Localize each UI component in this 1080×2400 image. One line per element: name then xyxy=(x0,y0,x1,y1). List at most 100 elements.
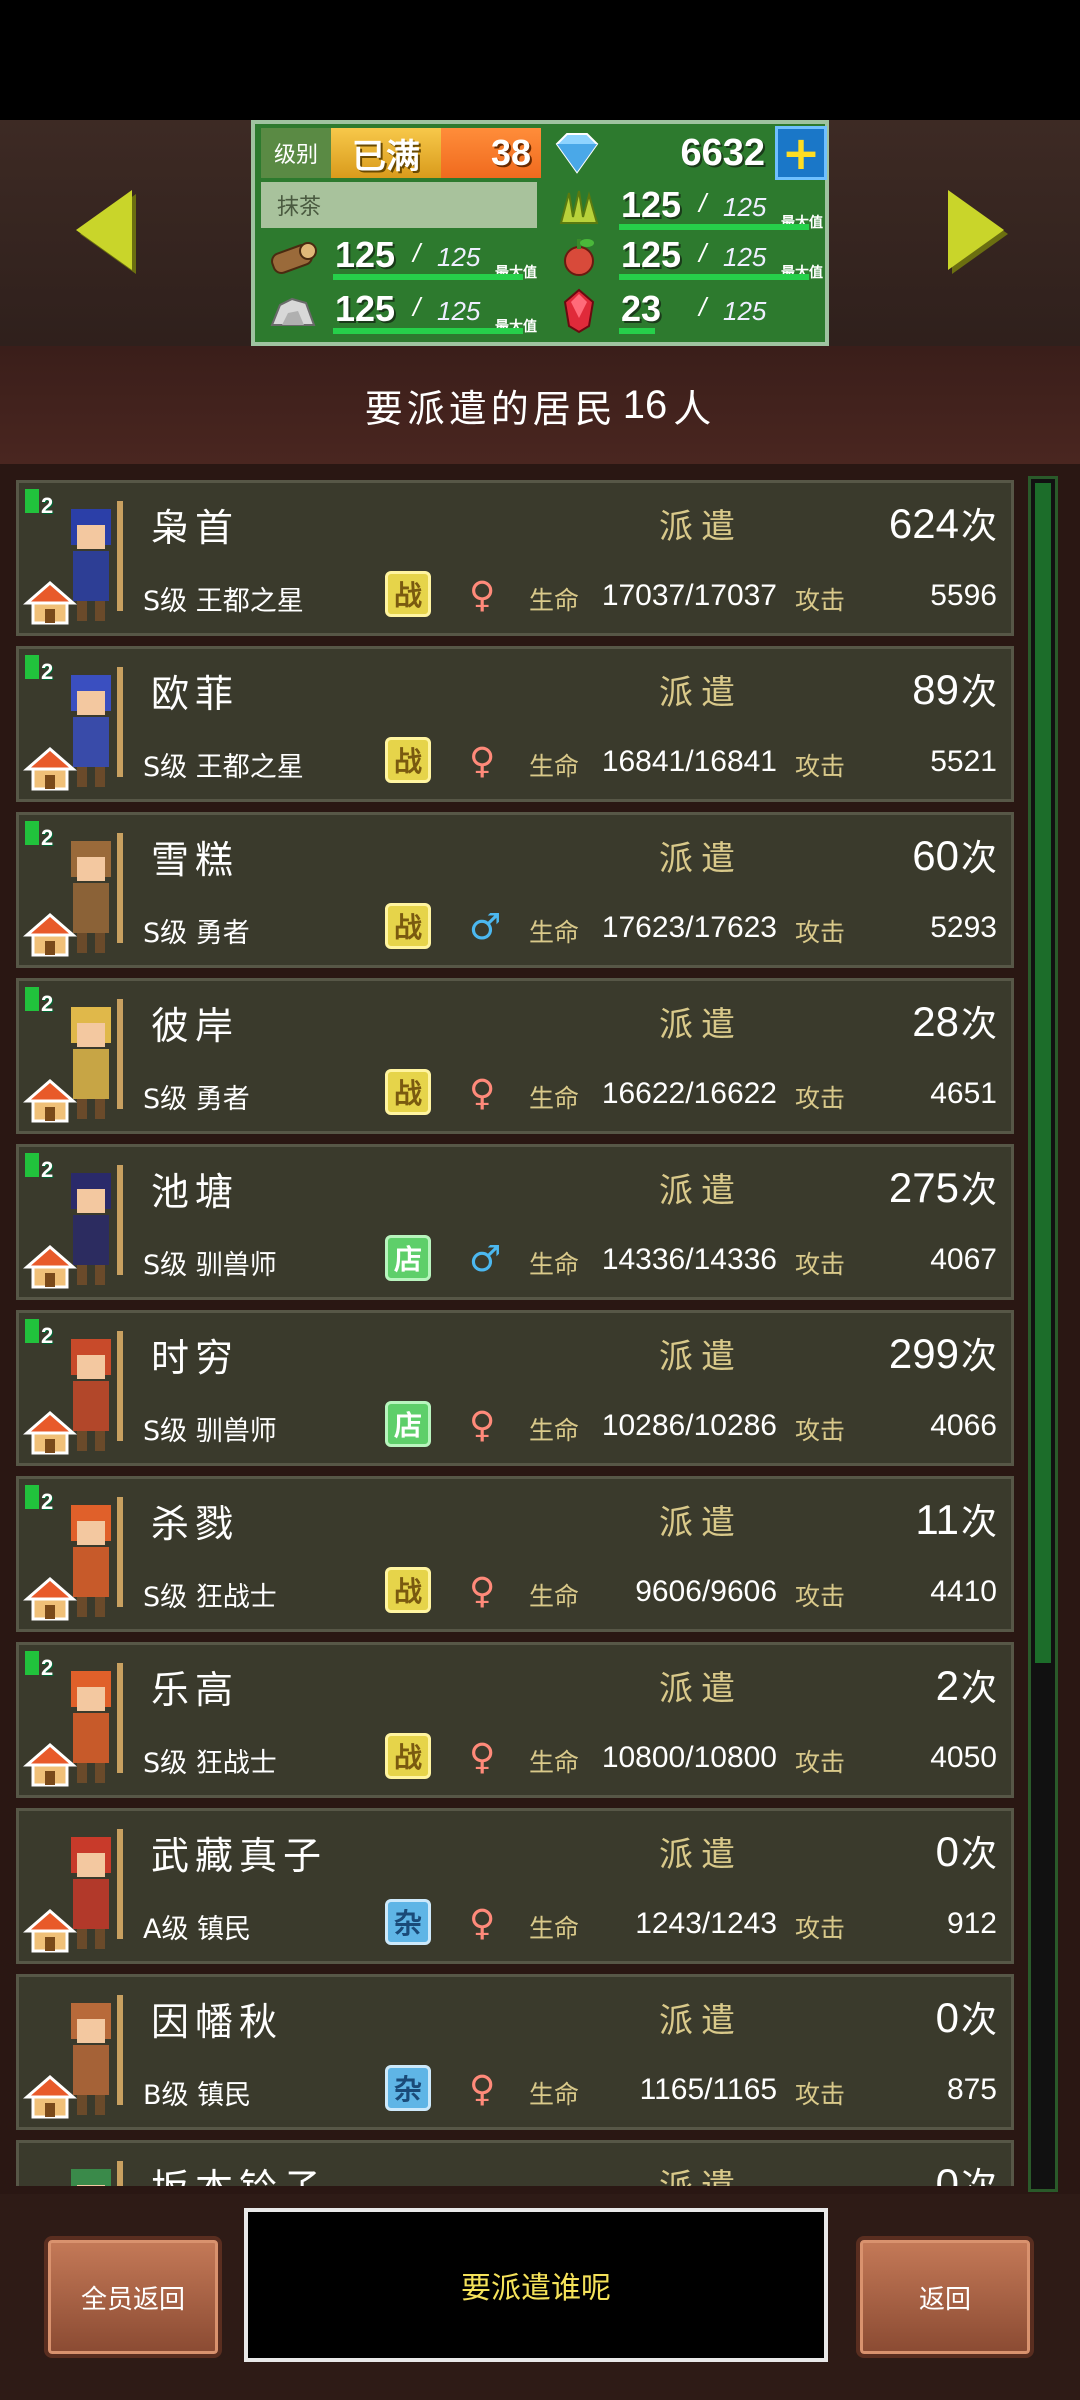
male-gender-icon: ♂ xyxy=(469,907,502,948)
dispatch-count-value: 0 xyxy=(935,2160,959,2186)
resident-name: 时穷 xyxy=(151,1336,240,1380)
wood-separator: / xyxy=(413,238,421,268)
food-current: 125 xyxy=(621,234,682,275)
resident-portrait: 2 xyxy=(21,1647,141,1795)
level-label: 级别 xyxy=(261,128,331,178)
job-badge: 店 xyxy=(385,1401,431,1447)
times-unit: 次 xyxy=(960,672,997,713)
resident-list[interactable]: 2 枭首 派遣 624次 S级 王都之星 战 ♀ 生命 17037/17037 … xyxy=(16,470,1016,2186)
scroll-thumb[interactable] xyxy=(1035,483,1051,1663)
hp-value: 16622/16622 xyxy=(601,1077,777,1110)
grass-resource: 125 / 125 最大值 xyxy=(547,182,827,232)
resident-row[interactable]: 2 彼岸 派遣 28次 S级 勇者 战 ♀ 生命 16622/16622 攻击 … xyxy=(16,978,1014,1134)
atk-value: 4651 xyxy=(930,1077,997,1110)
resident-name: 坂本铃子 xyxy=(151,2157,327,2186)
times-unit: 次 xyxy=(960,506,997,547)
resident-name: 池塘 xyxy=(151,1170,240,1214)
atk-value: 5293 xyxy=(930,911,997,944)
dispatch-label: 派遣 xyxy=(659,1503,743,1543)
resident-row[interactable]: 武藏真子 派遣 0次 A级 镇民 杂 ♀ 生命 1243/1243 攻击 912 xyxy=(16,1808,1014,1964)
atk-value: 4050 xyxy=(930,1741,997,1774)
dispatch-label: 派遣 xyxy=(659,673,743,713)
hp-label: 生命 xyxy=(529,1582,580,1611)
resident-count: 16 xyxy=(622,382,668,427)
back-button[interactable]: 返回 xyxy=(856,2236,1034,2358)
red-gem-resource: 23 / 125 xyxy=(547,286,827,336)
list-scrollbar[interactable] xyxy=(1028,476,1058,2192)
resident-portrait: 2 xyxy=(21,1315,141,1463)
resident-portrait xyxy=(21,1979,141,2127)
add-gems-button[interactable]: + xyxy=(775,126,827,180)
page-title: 要派遣的居民 xyxy=(364,386,617,431)
hp-value: 14336/14336 xyxy=(601,1243,777,1276)
dispatch-count-value: 11 xyxy=(915,1496,959,1543)
atk-label: 攻击 xyxy=(795,586,846,615)
resident-row[interactable]: 2 池塘 派遣 275次 S级 驯兽师 店 ♂ 生命 14336/14336 攻… xyxy=(16,1144,1014,1300)
resident-row[interactable]: 2 枭首 派遣 624次 S级 王都之星 战 ♀ 生命 17037/17037 … xyxy=(16,480,1014,636)
resident-row[interactable]: 2 时穷 派遣 299次 S级 驯兽师 店 ♀ 生命 10286/10286 攻… xyxy=(16,1310,1014,1466)
food-icon xyxy=(547,232,611,282)
rank-up-icon xyxy=(25,821,39,845)
atk-value: 4067 xyxy=(930,1243,997,1276)
female-gender-icon: ♀ xyxy=(469,1073,496,1114)
hp-label: 生命 xyxy=(529,586,580,615)
resident-row[interactable]: 坂本铃子 派遣 0次 xyxy=(16,2140,1014,2186)
house-icon xyxy=(23,913,77,957)
resource-panel: 级别 已满 38 6632 + 抹茶 125 / 125 最大值 125 / 1… xyxy=(251,120,829,346)
red-gem-icon xyxy=(547,286,611,336)
dispatch-label: 派遣 xyxy=(659,1005,743,1045)
red-gem-separator: / xyxy=(699,292,707,322)
atk-label: 攻击 xyxy=(795,1084,846,1113)
resident-grade: A级 镇民 xyxy=(143,1914,252,1945)
resident-portrait: 2 xyxy=(21,485,141,633)
house-icon xyxy=(23,1079,77,1123)
job-badge: 战 xyxy=(385,1567,431,1613)
next-arrow-icon[interactable] xyxy=(948,190,1004,270)
resident-grade: S级 驯兽师 xyxy=(143,1250,277,1281)
job-badge: 杂 xyxy=(385,1899,431,1945)
resident-portrait xyxy=(21,2145,141,2186)
food-resource: 125 / 125 最大值 xyxy=(547,232,827,282)
resident-name: 彼岸 xyxy=(151,1004,240,1048)
hp-label: 生命 xyxy=(529,1250,580,1279)
all-return-button[interactable]: 全员返回 xyxy=(44,2236,222,2358)
resident-grade: S级 王都之星 xyxy=(143,586,304,617)
resident-row[interactable]: 2 杀戮 派遣 11次 S级 狂战士 战 ♀ 生命 9606/9606 攻击 4… xyxy=(16,1476,1014,1632)
hp-label: 生命 xyxy=(529,752,580,781)
resident-name: 雪糕 xyxy=(151,838,240,882)
dispatch-count: 275次 xyxy=(889,1161,997,1213)
hp-label: 生命 xyxy=(529,1914,580,1943)
dispatch-label: 派遣 xyxy=(659,507,743,547)
food-max: 125 xyxy=(723,242,767,272)
dispatch-count-value: 0 xyxy=(935,1828,959,1875)
red-gem-max: 125 xyxy=(723,296,767,326)
game-screen: 级别 已满 38 6632 + 抹茶 125 / 125 最大值 125 / 1… xyxy=(0,0,1080,2400)
times-unit: 次 xyxy=(960,1668,997,1709)
dispatch-count: 0次 xyxy=(936,1825,997,1877)
grass-max: 125 xyxy=(723,192,767,222)
job-badge: 战 xyxy=(385,571,431,617)
atk-label: 攻击 xyxy=(795,1748,846,1777)
house-icon xyxy=(23,1909,77,1953)
hp-label: 生命 xyxy=(529,1416,580,1445)
dispatch-count-value: 624 xyxy=(888,500,959,547)
house-icon xyxy=(23,2075,77,2119)
wood-current: 125 xyxy=(335,234,396,275)
resident-row[interactable]: 2 乐高 派遣 2次 S级 狂战士 战 ♀ 生命 10800/10800 攻击 … xyxy=(16,1642,1014,1798)
grass-icon xyxy=(547,182,611,232)
stone-separator: / xyxy=(413,292,421,322)
dispatch-count-value: 275 xyxy=(888,1164,959,1211)
prev-arrow-icon[interactable] xyxy=(76,190,132,270)
resident-row[interactable]: 2 欧菲 派遣 89次 S级 王都之星 战 ♀ 生命 16841/16841 攻… xyxy=(16,646,1014,802)
house-icon xyxy=(23,1411,77,1455)
house-icon xyxy=(23,1743,77,1787)
female-gender-icon: ♀ xyxy=(469,575,496,616)
resident-grade: B级 镇民 xyxy=(143,2080,252,2111)
atk-label: 攻击 xyxy=(795,1914,846,1943)
resident-row[interactable]: 因幡秋 派遣 0次 B级 镇民 杂 ♀ 生命 1165/1165 攻击 875 xyxy=(16,1974,1014,2130)
resident-row[interactable]: 2 雪糕 派遣 60次 S级 勇者 战 ♂ 生命 17623/17623 攻击 … xyxy=(16,812,1014,968)
title-suffix: 人 xyxy=(673,386,716,431)
hp-value: 17037/17037 xyxy=(601,579,777,612)
dispatch-count-value: 28 xyxy=(912,998,959,1045)
hp-value: 1243/1243 xyxy=(635,1907,777,1940)
